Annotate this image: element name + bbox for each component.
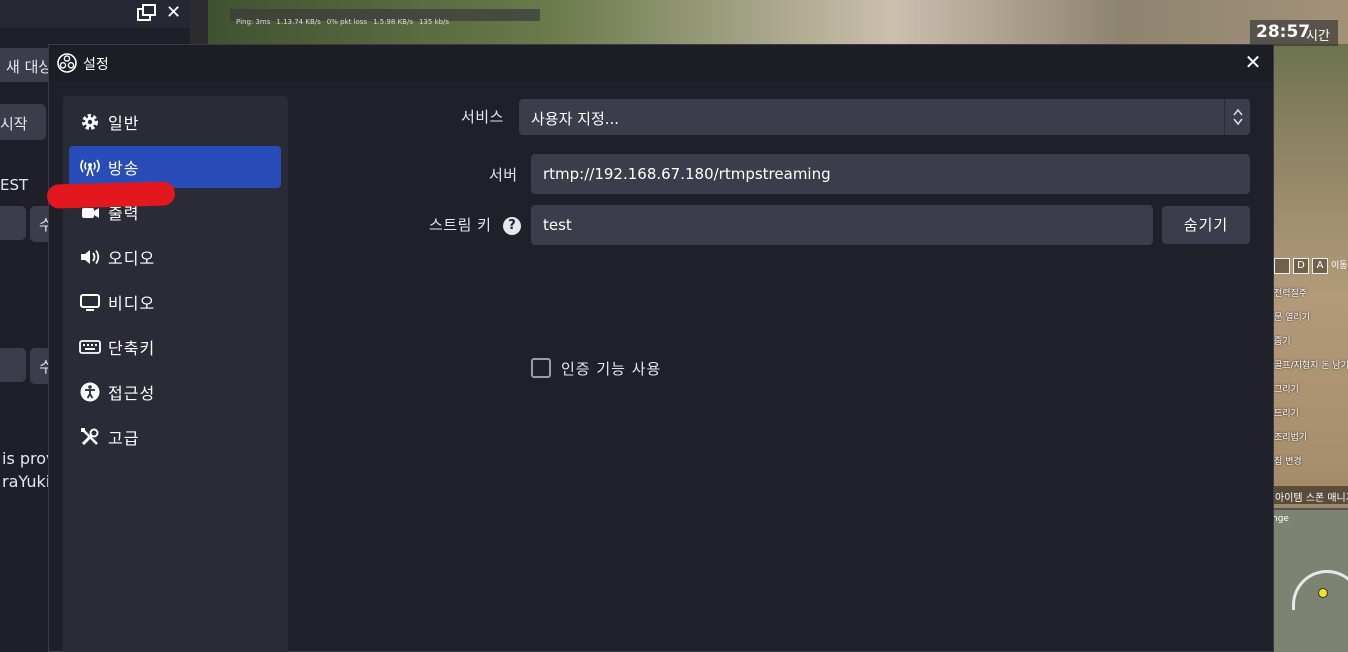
game-timer: 28:57 시간 xyxy=(1250,20,1338,46)
settings-sidebar: 일반 방송 출력 오디오 비디오 단축키 접근성 고급 xyxy=(63,96,288,652)
accessibility-icon xyxy=(79,381,101,403)
control-hint: 줍기 xyxy=(1274,337,1291,347)
sidebar-item-audio[interactable]: 오디오 xyxy=(69,236,281,278)
server-value: rtmp://192.168.67.180/rtmpstreaming xyxy=(543,165,831,183)
sidebar-item-stream[interactable]: 방송 xyxy=(69,146,281,188)
item-spawn-bar: 아이템 스폰 매니저 xyxy=(1272,486,1348,504)
sidebar-item-label: 방송 xyxy=(108,159,140,178)
auth-checkbox-label[interactable]: 인증 기능 사용 xyxy=(561,358,661,379)
service-label: 서비스 xyxy=(461,108,504,126)
hud-stat: 135 kb/s xyxy=(418,18,450,26)
keyboard-icon xyxy=(79,336,101,358)
help-icon[interactable]: ? xyxy=(503,217,521,235)
info-text-line-2: raYuki xyxy=(2,472,51,491)
obs-logo-icon xyxy=(57,53,77,73)
game-minimap: nge xyxy=(1272,508,1348,652)
item-spawn-label: 아이템 스폰 매니저 xyxy=(1275,493,1348,504)
server-input[interactable]: rtmp://192.168.67.180/rtmpstreaming xyxy=(531,154,1250,194)
sidebar-item-label: 단축키 xyxy=(108,339,156,358)
auth-checkbox[interactable] xyxy=(531,358,551,378)
left-small-button-2[interactable] xyxy=(0,348,26,382)
control-hint: 골프/지형지 돈 남기 xyxy=(1274,361,1348,371)
settings-title: 설정 xyxy=(83,57,109,73)
control-hint: 문 열리기 xyxy=(1274,313,1310,323)
monitor-icon xyxy=(79,291,101,313)
hud-stat: 1.5.98 KB/s xyxy=(373,18,413,26)
settings-titlebar: 설정 ✕ xyxy=(49,45,1273,81)
hud-stat: 0% pkt loss xyxy=(326,18,368,26)
game-controls-panel: D A 이동 전력질주 문 열리기 줍기 골프/지형지 돈 남기 그리기 드리기… xyxy=(1272,252,1348,492)
control-hint: 드리기 xyxy=(1274,409,1299,419)
server-label: 서버 xyxy=(489,166,518,184)
control-hint: 전력질주 xyxy=(1274,289,1308,299)
speaker-icon xyxy=(79,246,101,268)
game-timer-unit: 시간 xyxy=(1306,29,1330,44)
start-button-label: 시작 xyxy=(0,115,28,133)
game-timer-value: 28:57 xyxy=(1256,22,1311,42)
network-stats-hud: Ping: 3ms 1.13.74 KB/s 0% pkt loss 1.5.98 K… xyxy=(230,9,540,26)
minimap-label: nge xyxy=(1272,514,1289,524)
sidebar-item-label: 오디오 xyxy=(108,249,156,268)
hud-stat: 1.13.74 KB/s xyxy=(276,18,321,26)
sidebar-item-hotkeys[interactable]: 단축키 xyxy=(69,326,281,368)
hud-stat: Ping: 3ms xyxy=(236,18,271,26)
control-hint: 그리기 xyxy=(1274,385,1299,395)
keycap: A xyxy=(1312,258,1328,274)
keys-label: 이동 xyxy=(1331,261,1348,271)
sidebar-item-video[interactable]: 비디오 xyxy=(69,281,281,323)
close-icon[interactable]: ✕ xyxy=(1241,50,1265,74)
sidebar-item-accessibility[interactable]: 접근성 xyxy=(69,371,281,413)
stream-key-input[interactable]: test xyxy=(531,205,1153,245)
settings-dialog: 설정 ✕ 일반 방송 출력 오디오 비디오 단축키 접근성 고급 서비스 사용자… xyxy=(46,44,1274,652)
main-close-icon[interactable]: ✕ xyxy=(166,2,181,23)
sidebar-item-label: 고급 xyxy=(108,429,140,448)
player-marker-icon xyxy=(1318,588,1328,598)
keycap: D xyxy=(1293,258,1309,274)
keycap xyxy=(1274,258,1290,274)
tools-icon xyxy=(79,426,101,448)
broadcast-antenna-icon xyxy=(79,156,101,178)
restore-window-icon[interactable] xyxy=(137,4,157,22)
stream-key-value: test xyxy=(543,216,572,234)
hide-key-button[interactable]: 숨기기 xyxy=(1162,206,1250,244)
service-select[interactable]: 사용자 지정... xyxy=(519,99,1250,135)
sidebar-item-general[interactable]: 일반 xyxy=(69,101,281,143)
left-small-button[interactable] xyxy=(0,206,26,240)
chevron-up-down-icon[interactable] xyxy=(1224,99,1250,135)
test-label: EST xyxy=(0,176,29,194)
gear-icon xyxy=(79,111,101,133)
stream-key-label: 스트림 키 xyxy=(429,216,492,234)
sidebar-item-label: 일반 xyxy=(108,114,140,133)
control-hint: 조리법기 xyxy=(1274,433,1308,443)
sidebar-item-label: 접근성 xyxy=(108,384,156,403)
movement-keys: D A 이동 xyxy=(1274,258,1348,274)
sidebar-item-label: 비디오 xyxy=(108,294,156,313)
service-value: 사용자 지정... xyxy=(531,110,620,128)
new-source-tab[interactable]: 새 대상 xyxy=(6,56,52,77)
main-window-titlebar xyxy=(0,0,190,28)
sidebar-item-advanced[interactable]: 고급 xyxy=(69,416,281,458)
red-annotation-mark xyxy=(46,181,176,209)
control-hint: 집 변경 xyxy=(1274,457,1302,467)
start-button[interactable]: 시작 xyxy=(0,104,46,140)
